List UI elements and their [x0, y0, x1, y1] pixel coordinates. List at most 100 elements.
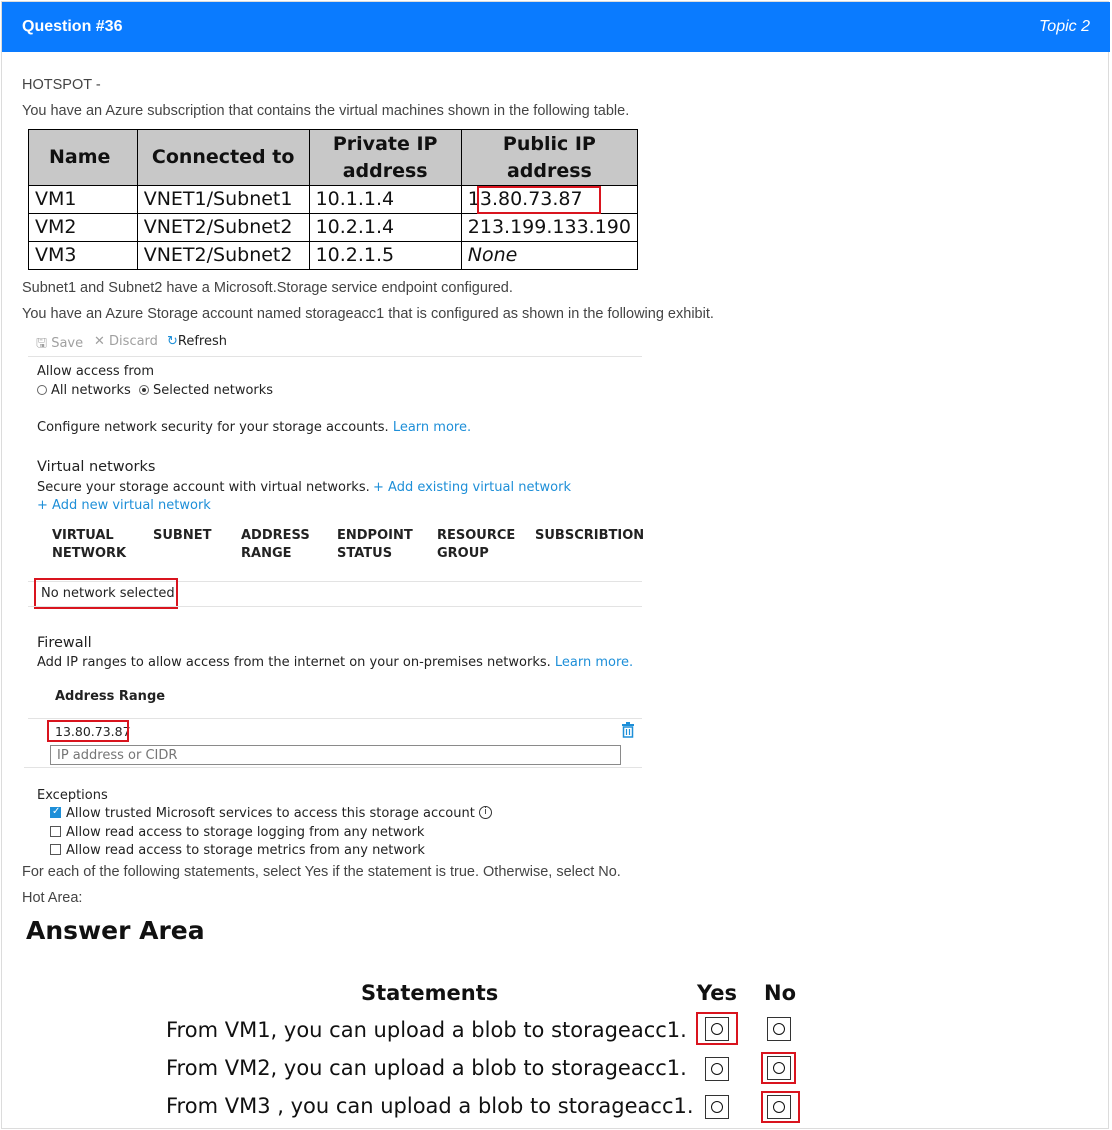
- col-resource-group-line1: RESOURCE: [437, 528, 516, 543]
- col-public-ip: Public IP address: [460, 129, 639, 186]
- allow-access-label: Allow access from: [37, 364, 155, 379]
- highlight-vm1-public-ip: [477, 186, 601, 214]
- question-header: Question #36 Topic 2: [2, 2, 1110, 52]
- col-private-ip: Private IP address: [308, 129, 462, 186]
- cell-public-ip: None: [460, 241, 639, 270]
- discard-button[interactable]: ✕ Discard: [94, 334, 158, 349]
- radio-selected-icon: [139, 384, 149, 395]
- hotspot-label: HOTSPOT -: [22, 77, 101, 93]
- highlight-address-range: [47, 720, 129, 742]
- vnet-divider-bottom: [28, 606, 642, 607]
- exception-label: Allow read access to storage logging fro…: [66, 825, 425, 840]
- radio-icon: [711, 1101, 723, 1113]
- discard-label: Discard: [109, 334, 158, 349]
- save-label: Save: [51, 336, 84, 351]
- address-range-label: Address Range: [55, 689, 166, 704]
- hot-area-label: Hot Area:: [22, 890, 83, 906]
- delete-icon[interactable]: [621, 722, 635, 738]
- configure-text-row: Configure network security for your stor…: [37, 420, 471, 435]
- close-icon: ✕: [94, 334, 105, 349]
- firewall-divider: [28, 718, 642, 719]
- cell-name: VM3: [28, 241, 138, 270]
- virtual-networks-desc: Secure your storage account with virtual…: [37, 480, 370, 495]
- intro-line-2: Subnet1 and Subnet2 have a Microsoft.Sto…: [22, 280, 513, 296]
- col-resource-group-line2: GROUP: [437, 546, 489, 561]
- add-new-vnet-link[interactable]: + Add new virtual network: [37, 498, 211, 513]
- cell-private-ip: 10.1.1.4: [308, 185, 462, 214]
- cell-public-ip: 213.199.133.190: [460, 213, 639, 242]
- radio-selected-label: Selected networks: [153, 383, 274, 398]
- cell-name: VM1: [28, 185, 138, 214]
- question-number: Question #36: [22, 18, 123, 35]
- cell-connected: VNET1/Subnet1: [136, 185, 310, 214]
- ip-cidr-input[interactable]: [50, 745, 621, 765]
- cell-private-ip: 10.2.1.5: [308, 241, 462, 270]
- answer-1-no[interactable]: [767, 1017, 791, 1041]
- exception-storage-metrics[interactable]: Allow read access to storage metrics fro…: [50, 843, 425, 858]
- radio-all-label: All networks: [51, 383, 131, 398]
- answer-3-yes[interactable]: [705, 1095, 729, 1119]
- configure-text: Configure network security for your stor…: [37, 420, 389, 435]
- exception-label: Allow read access to storage metrics fro…: [66, 843, 425, 858]
- highlight-answer-1-yes: [696, 1012, 738, 1045]
- exceptions-title: Exceptions: [37, 788, 108, 803]
- checkbox-icon: [50, 826, 61, 837]
- cell-connected: VNET2/Subnet2: [136, 213, 310, 242]
- cell-connected: VNET2/Subnet2: [136, 241, 310, 270]
- col-address-range-line2: RANGE: [241, 546, 292, 561]
- intro-line-1: You have an Azure subscription that cont…: [22, 103, 630, 119]
- intro-line-4: For each of the following statements, se…: [22, 864, 621, 880]
- highlight-answer-2-no: [761, 1052, 796, 1084]
- statement-2: From VM2, you can upload a blob to stora…: [166, 1056, 687, 1080]
- col-resource-group: RESOURCE GROUP: [437, 527, 515, 563]
- save-icon: 🖫: [36, 336, 48, 351]
- virtual-networks-title: Virtual networks: [37, 459, 156, 475]
- col-endpoint-status: ENDPOINT STATUS: [337, 527, 413, 563]
- checkbox-icon: [50, 844, 61, 855]
- info-icon: i: [478, 806, 492, 819]
- radio-icon: [37, 384, 47, 395]
- col-address-range-line1: ADDRESS: [241, 528, 310, 543]
- statement-1: From VM1, you can upload a blob to stora…: [166, 1018, 687, 1042]
- radio-icon: [773, 1023, 785, 1035]
- refresh-button[interactable]: ↻Refresh: [167, 334, 227, 349]
- topic-label: Topic 2: [1039, 18, 1090, 35]
- learn-more-link[interactable]: Learn more.: [393, 420, 471, 435]
- col-virtual-network-line2: NETWORK: [52, 546, 127, 561]
- statements-header: Statements: [361, 981, 499, 1005]
- col-endpoint-status-line1: ENDPOINT: [337, 528, 413, 543]
- cell-private-ip: 10.2.1.4: [308, 213, 462, 242]
- exception-trusted-services[interactable]: Allow trusted Microsoft services to acce…: [50, 806, 492, 821]
- highlight-answer-3-no: [761, 1091, 800, 1123]
- col-virtual-network-line1: VIRTUAL: [52, 528, 114, 543]
- statement-3: From VM3 , you can upload a blob to stor…: [166, 1094, 694, 1118]
- no-header: No: [764, 981, 797, 1005]
- exception-label: Allow trusted Microsoft services to acce…: [66, 806, 475, 821]
- table-row: VM3 VNET2/Subnet2 10.2.1.5 None: [28, 241, 639, 270]
- table-row: VM2 VNET2/Subnet2 10.2.1.4 213.199.133.1…: [28, 213, 639, 242]
- yes-header: Yes: [697, 981, 738, 1005]
- exception-storage-logging[interactable]: Allow read access to storage logging fro…: [50, 825, 424, 840]
- firewall-desc-row: Add IP ranges to allow access from the i…: [37, 655, 633, 670]
- answer-area-title: Answer Area: [26, 916, 205, 945]
- highlight-no-network: [34, 578, 178, 609]
- radio-icon: [711, 1063, 723, 1075]
- radio-selected-networks[interactable]: Selected networks: [139, 383, 273, 398]
- refresh-icon: ↻: [167, 334, 178, 349]
- add-existing-vnet-link[interactable]: + Add existing virtual network: [373, 480, 571, 495]
- checkbox-checked-icon: [50, 806, 61, 818]
- col-subnet: SUBNET: [153, 528, 212, 543]
- radio-all-networks[interactable]: All networks: [37, 383, 131, 398]
- intro-line-3: You have an Azure Storage account named …: [22, 306, 714, 322]
- firewall-desc: Add IP ranges to allow access from the i…: [37, 655, 551, 670]
- col-name: Name: [28, 129, 138, 186]
- col-subscription: SUBSCRIBTION: [535, 528, 645, 543]
- col-connected-to: Connected to: [136, 129, 310, 186]
- answer-2-yes[interactable]: [705, 1057, 729, 1081]
- firewall-learn-more-link[interactable]: Learn more.: [555, 655, 633, 670]
- col-address-range: ADDRESS RANGE: [241, 527, 310, 563]
- firewall-title: Firewall: [37, 635, 92, 651]
- col-endpoint-status-line2: STATUS: [337, 546, 393, 561]
- col-virtual-network: VIRTUAL NETWORK: [52, 527, 126, 563]
- save-button[interactable]: 🖫 Save: [36, 334, 83, 356]
